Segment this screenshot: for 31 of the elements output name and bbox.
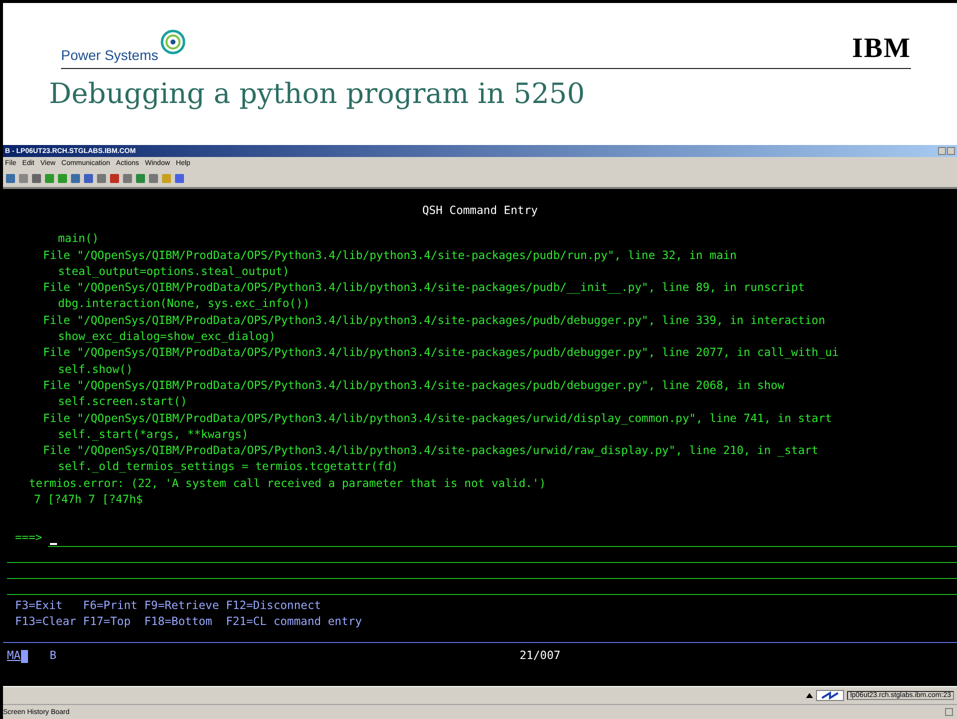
connection-icon (816, 690, 844, 701)
output-line: File "/QOpenSys/QIBM/ProdData/OPS/Python3.4/lib/python3.4/site-packages/urwid/display_common.py", line 741, in start (42, 410, 833, 427)
output-line: show_exc_dialog=show_exc_dialog) (57, 329, 277, 346)
cursor-position: 21/007 (520, 648, 560, 664)
output-line: File "/QOpenSys/QIBM/ProdData/OPS/Python3.4/lib/python3.4/site-packages/urwid/raw_display.py", line 210, in _start (42, 443, 820, 460)
output-line: self.show() (57, 362, 134, 378)
caret-up-icon[interactable] (806, 692, 814, 699)
screen-heading: QSH Command Entry (421, 203, 539, 219)
panel-icon[interactable] (945, 708, 953, 716)
output-line: dbg.interaction(None, sys.exc_info()) (57, 296, 311, 312)
slide-title: Debugging a python program in 5250 (49, 77, 586, 110)
output-line: 7 [?47h 7 [?47h$ (33, 492, 144, 508)
output-line: self.screen.start() (57, 394, 188, 410)
output-line: File "/QOpenSys/QIBM/ProdData/OPS/Python3.4/lib/python3.4/site-packages/pudb/__init__.py", line 89, in runscript (42, 280, 806, 296)
output-line: steal_output=options.steal_output) (57, 264, 290, 280)
output-line: File "/QOpenSys/QIBM/ProdData/OPS/Python3.4/lib/python3.4/site-packages/pudb/debugger.py", line 2077, in call_with_ui (42, 345, 840, 362)
output-line: File "/QOpenSys/QIBM/ProdData/OPS/Python3.4/lib/python3.4/site-packages/pudb/run.py", line 32, in main (42, 248, 738, 264)
output-line: File "/QOpenSys/QIBM/ProdData/OPS/Python3.4/lib/python3.4/site-packages/pudb/debugger.py", line 2068, in show (42, 378, 786, 394)
output-line: File "/QOpenSys/QIBM/ProdData/OPS/Python3.4/lib/python3.4/site-packages/pudb/debugger.py", line 339, in interaction (42, 312, 826, 329)
function-key-legend: F13=Clear F17=Top F18=Bottom F21=CL command entry (15, 614, 957, 630)
output-line: self._start(*args, **kwargs) (57, 426, 250, 443)
brand-name: Power Systems (61, 47, 158, 63)
cursor-block (20, 650, 28, 663)
function-key-legend: F3=Exit F6=Print F9=Retrieve F12=Disconnect (15, 598, 957, 614)
command-prompt: ===> (15, 530, 42, 546)
company-logo: IBM (852, 35, 911, 63)
output-line: main() (57, 231, 100, 248)
session-indicator: B (50, 648, 58, 664)
mode-indicator: MA (7, 648, 21, 664)
output-line: self._old_termios_settings = termios.tcgetattr(fd) (57, 459, 400, 476)
output-line: termios.error: (22, 'A system call received a parameter that is not valid.') (28, 476, 547, 492)
